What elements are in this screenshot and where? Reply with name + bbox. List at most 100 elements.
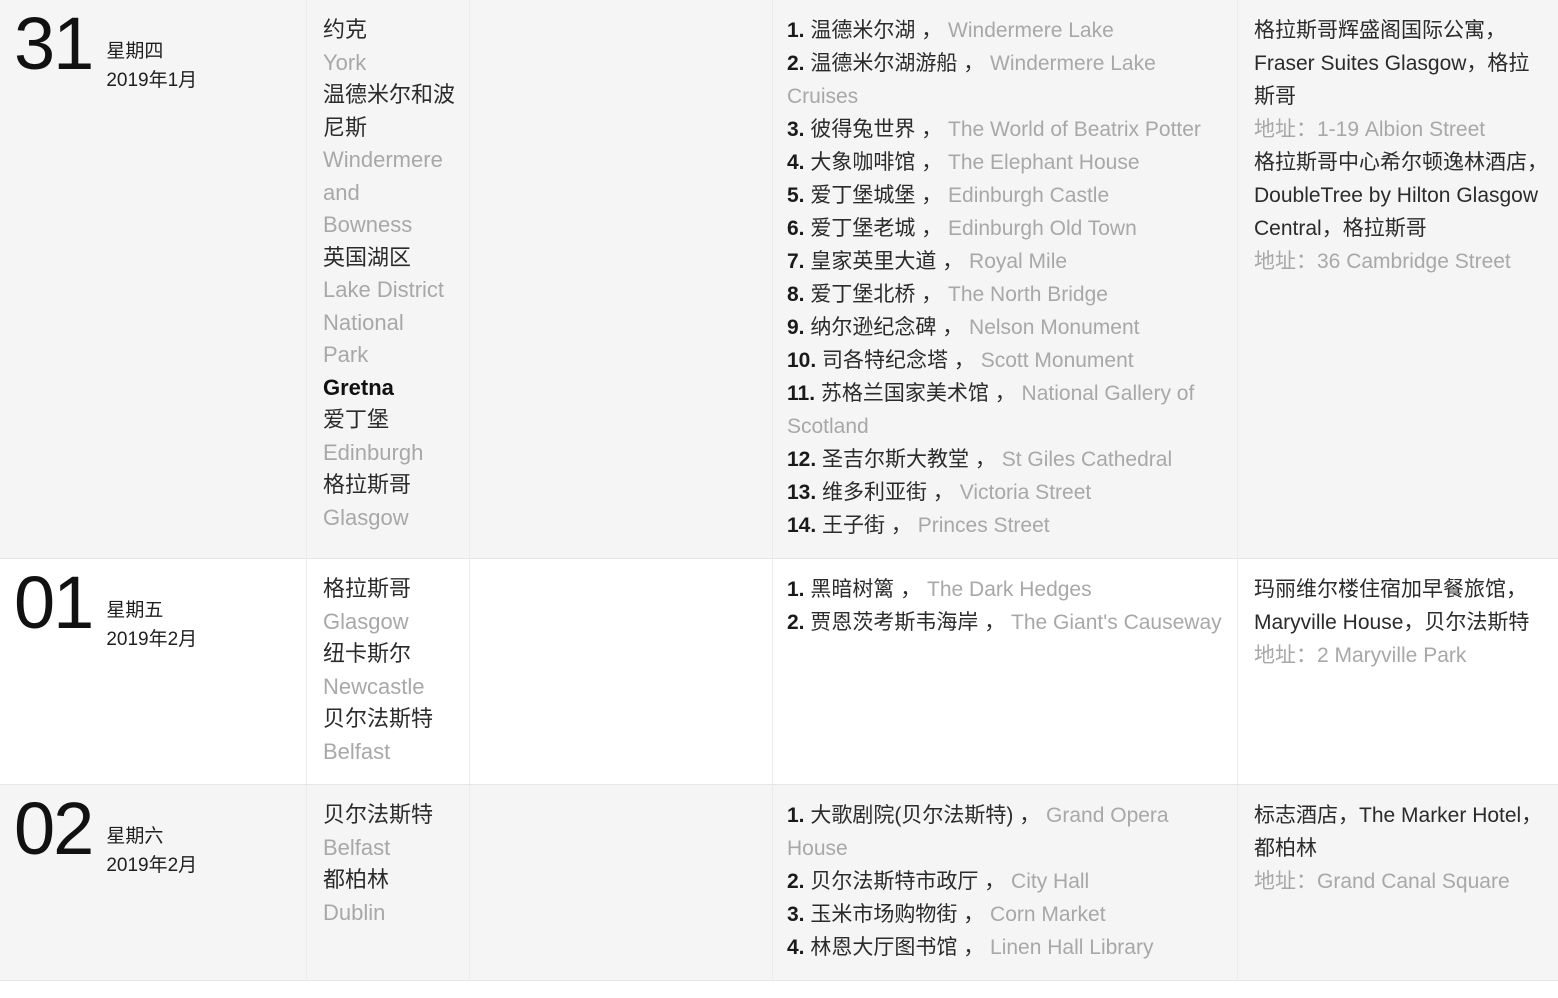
sight-item: 3. 彼得兔世界 ， The World of Beatrix Potter: [787, 113, 1223, 146]
sight-separator: ，: [915, 184, 949, 207]
sight-item: 1. 大歌剧院(贝尔法斯特) ， Grand Opera House: [787, 799, 1223, 865]
sight-item: 7. 皇家英里大道 ， Royal Mile: [787, 245, 1223, 278]
sight-name-zh: 大歌剧院(贝尔法斯特): [810, 804, 1014, 827]
city-name-zh: 温德米尔和波尼斯: [323, 82, 456, 140]
sight-index: 1.: [787, 19, 811, 42]
hotels-cell: 格拉斯哥辉盛阁国际公寓，Fraser Suites Glasgow，格拉斯哥 地址…: [1237, 0, 1558, 559]
sight-item: 1. 黑暗树篱 ， The Dark Hedges: [787, 573, 1223, 606]
sights-block: 1. 黑暗树篱 ， The Dark Hedges 2. 贾恩茨考斯韦海岸 ， T…: [773, 559, 1237, 655]
hotel-separator: ，: [1506, 578, 1527, 601]
sight-separator: ，: [957, 936, 991, 959]
sight-name-zh: 大象咖啡馆: [810, 151, 916, 174]
sight-name-en: Edinburgh Castle: [948, 184, 1110, 207]
hotel-name: 格拉斯哥辉盛阁国际公寓，Fraser Suites Glasgow，格拉斯哥: [1254, 19, 1529, 108]
city-name-zh: 贝尔法斯特: [323, 706, 434, 731]
sights-block: 1. 大歌剧院(贝尔法斯特) ， Grand Opera House 2. 贝尔法…: [773, 785, 1237, 980]
sight-index: 3.: [787, 903, 811, 926]
sight-name-zh: 林恩大厅图书馆: [810, 936, 958, 959]
sight-item: 9. 纳尔逊纪念碑 ， Nelson Monument: [787, 311, 1223, 344]
transit-cell: [469, 0, 773, 559]
sight-name-zh: 司各特纪念塔: [822, 349, 949, 372]
hotel-name-en: The Marker Hotel: [1359, 804, 1522, 827]
sight-name-zh: 爱丁堡北桥: [810, 283, 916, 306]
sight-name-en: Windermere Lake: [948, 19, 1114, 42]
sight-item: 2. 贝尔法斯特市政厅 ， City Hall: [787, 865, 1223, 898]
sight-separator: ，: [915, 151, 949, 174]
sight-name-zh: 玉米市场购物街: [810, 903, 958, 926]
itinerary-row: 02 星期六 2019年2月 贝尔法斯特 Belfast 都柏林 Dublin 1. 大歌剧院…: [0, 784, 1558, 981]
sight-item: 12. 圣吉尔斯大教堂 ， St Giles Cathedral: [787, 443, 1223, 476]
cities-block: 约克 York 温德米尔和波尼斯 Windermere and Bowness 英国湖区…: [307, 0, 469, 550]
date-meta: 星期六 2019年2月: [106, 795, 197, 880]
hotel-city-separator: ，: [1403, 611, 1425, 634]
city-name-zh: 纽卡斯尔: [323, 641, 412, 666]
hotels-cell: 标志酒店，The Marker Hotel，都柏林地址：Grand Canal …: [1237, 784, 1558, 981]
transit-cell: [469, 558, 773, 785]
sight-separator: ，: [885, 514, 918, 537]
transit-block: [470, 559, 772, 599]
hotel-address: 地址：Grand Canal Square: [1254, 870, 1510, 893]
sights-cell: 1. 黑暗树篱 ， The Dark Hedges 2. 贾恩茨考斯韦海岸 ， T…: [772, 558, 1238, 785]
hotel-item: 标志酒店，The Marker Hotel，都柏林地址：Grand Canal …: [1254, 799, 1548, 898]
sight-item: 4. 大象咖啡馆 ， The Elephant House: [787, 146, 1223, 179]
sight-name-zh: 苏格兰国家美术馆: [820, 382, 989, 405]
sight-index: 1.: [787, 804, 811, 827]
sight-name-zh: 皇家英里大道: [810, 250, 937, 273]
itinerary-table: 31 星期四 2019年1月 约克 York 温德米尔和波尼斯 Windermere and…: [0, 0, 1558, 981]
hotels-block: 玛丽维尔楼住宿加早餐旅馆，Maryville House，贝尔法斯特 地址：2 M…: [1238, 559, 1558, 688]
city-name-zh: 约克: [323, 17, 368, 42]
city-name-en: Dublin: [323, 899, 386, 925]
sight-name-en: Nelson Monument: [969, 316, 1140, 339]
sight-item: 2. 温德米尔湖游船 ， Windermere Lake Cruises: [787, 47, 1223, 113]
date-cell: 31 星期四 2019年1月: [0, 0, 307, 559]
hotel-name-zh: 格拉斯哥辉盛阁国际公寓: [1254, 19, 1485, 42]
sight-index: 10.: [787, 349, 823, 372]
hotel-name-en: Fraser Suites Glasgow: [1254, 52, 1467, 75]
sight-name-en: Princes Street: [917, 514, 1050, 537]
city-name-en: Belfast: [323, 834, 391, 860]
city-name-zh: 贝尔法斯特: [323, 802, 434, 827]
sight-separator: ，: [978, 870, 1012, 893]
hotel-name-zh: 玛丽维尔楼住宿加早餐旅馆: [1254, 578, 1506, 601]
sight-item: 3. 玉米市场购物街 ， Corn Market: [787, 898, 1223, 931]
sight-name-zh: 王子街: [822, 514, 886, 537]
sight-name-en: St Giles Cathedral: [1001, 448, 1173, 471]
sight-separator: ，: [969, 448, 1002, 471]
sight-name-zh: 贾恩茨考斯韦海岸: [810, 611, 979, 634]
city-name-zh: 都柏林: [323, 867, 390, 892]
itinerary-row: 31 星期四 2019年1月 约克 York 温德米尔和波尼斯 Windermere and…: [0, 0, 1558, 559]
hotel-name-en: Maryville House: [1254, 611, 1404, 634]
sight-separator: ，: [936, 250, 970, 273]
sight-index: 2.: [787, 52, 811, 75]
sight-name-zh: 爱丁堡老城: [810, 217, 916, 240]
transit-block: [470, 785, 772, 825]
hotel-item: 格拉斯哥辉盛阁国际公寓，Fraser Suites Glasgow，格拉斯哥 地址…: [1254, 14, 1548, 146]
sight-item: 14. 王子街 ， Princes Street: [787, 509, 1223, 542]
sight-name-en: Scott Monument: [980, 349, 1134, 372]
sights-cell: 1. 温德米尔湖 ， Windermere Lake 2. 温德米尔湖游船 ， W…: [772, 0, 1238, 559]
hotel-item: 玛丽维尔楼住宿加早餐旅馆，Maryville House，贝尔法斯特 地址：2 M…: [1254, 573, 1548, 672]
sight-index: 4.: [787, 936, 811, 959]
hotel-name: 标志酒店，The Marker Hotel，都柏林: [1254, 804, 1542, 860]
city-name-zh: 格拉斯哥: [323, 576, 412, 601]
sight-name-en: Victoria Street: [959, 481, 1092, 504]
sight-separator: ，: [988, 382, 1022, 405]
sight-name-zh: 维多利亚街: [822, 481, 928, 504]
sight-index: 13.: [787, 481, 823, 504]
sight-separator: ，: [915, 217, 949, 240]
hotels-cell: 玛丽维尔楼住宿加早餐旅馆，Maryville House，贝尔法斯特 地址：2 M…: [1237, 558, 1558, 785]
sight-index: 6.: [787, 217, 811, 240]
cities-cell: 格拉斯哥 Glasgow 纽卡斯尔 Newcastle 贝尔法斯特 Belfast: [306, 558, 470, 785]
date-cell: 02 星期六 2019年2月: [0, 784, 307, 981]
day-number: 02: [14, 787, 94, 870]
sight-name-zh: 黑暗树篱: [810, 578, 895, 601]
sight-separator: ，: [957, 903, 991, 926]
sight-index: 2.: [787, 611, 811, 634]
cities-cell: 贝尔法斯特 Belfast 都柏林 Dublin: [306, 784, 470, 981]
sights-cell: 1. 大歌剧院(贝尔法斯特) ， Grand Opera House 2. 贝尔法…: [772, 784, 1238, 981]
sight-index: 4.: [787, 151, 811, 174]
sight-name-zh: 彼得兔世界: [810, 118, 916, 141]
hotel-name-zh: 格拉斯哥中心希尔顿逸林酒店: [1254, 151, 1527, 174]
day-number: 01: [14, 561, 94, 644]
sight-item: 8. 爱丁堡北桥 ， The North Bridge: [787, 278, 1223, 311]
